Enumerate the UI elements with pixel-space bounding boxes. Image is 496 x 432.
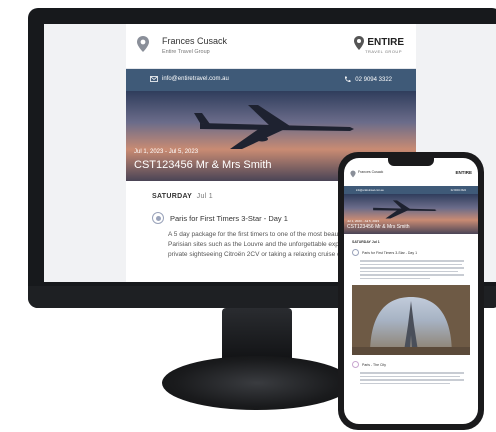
phone-tour-text	[352, 260, 470, 279]
monitor-stand	[162, 356, 352, 410]
hero-title: CST123456 Mr & Mrs Smith	[134, 159, 272, 171]
airplane-image	[194, 105, 354, 149]
brand-logo: ENTIRE	[353, 36, 404, 50]
phone-hero-dates: Jul 1, 2023 - Jul 5, 2023	[347, 219, 380, 223]
phone-hero-title: CST123456 Mr & Mrs Smith	[347, 224, 410, 230]
airplane-image	[373, 200, 437, 219]
phone-tour-title: Paris for First Timers 3-Star - Day 1	[362, 250, 418, 255]
tour-title: Paris for First Timers 3-Star - Day 1	[170, 213, 288, 223]
phone-screen: Frances Cusack ENTIRE info@entiretravel.…	[344, 158, 478, 424]
email-header: Frances Cusack Entire Travel Group ENTIR…	[126, 24, 416, 69]
phone-day-label: SATURDAY Jul 1	[352, 240, 380, 244]
eiffel-tower-image	[352, 285, 470, 355]
phone-tour2-title: Paris - The City	[362, 362, 387, 367]
location-pin-icon	[350, 170, 356, 178]
contact-email-text: info@entiretravel.com.au	[162, 76, 229, 82]
contact-phone[interactable]: 02 9094 3322	[344, 76, 392, 83]
day-name: SATURDAY	[152, 193, 193, 200]
brand-subtext: TRAVEL GROUP	[365, 49, 402, 54]
phone-body: SATURDAY Jul 1 Paris for First Timers 3-…	[344, 234, 478, 279]
tour-marker-icon	[352, 249, 359, 256]
contact-bar: info@entiretravel.com.au 02 9094 3322	[126, 69, 416, 91]
brand-text: ENTIRE	[367, 37, 404, 48]
phone-email-header: Frances Cusack ENTIRE	[344, 166, 478, 186]
phone-contact-bar: info@entiretravel.com.au 02 9094 3322	[344, 186, 478, 194]
phone-brand-logo: ENTIRE	[455, 170, 472, 175]
phone-hero-banner: Jul 1, 2023 - Jul 5, 2023 CST123456 Mr &…	[344, 194, 478, 234]
phone-tour-item-2[interactable]: Paris - The City	[352, 361, 470, 368]
phone-agent-name: Frances Cusack	[358, 170, 384, 174]
agent-company: Entire Travel Group	[162, 49, 210, 55]
phone-tour-item[interactable]: Paris for First Timers 3-Star - Day 1	[352, 249, 470, 256]
location-pin-icon	[137, 36, 149, 52]
tour-marker-icon	[152, 212, 164, 224]
tour-marker-icon	[352, 361, 359, 368]
contact-email[interactable]: info@entiretravel.com.au	[150, 76, 229, 82]
phone-contact-email[interactable]: info@entiretravel.com.au	[356, 189, 384, 192]
agent-name: Frances Cusack	[162, 36, 228, 46]
day-date: Jul 1	[196, 193, 213, 200]
phone-contact-phone[interactable]: 02 9094 3322	[451, 189, 466, 192]
phone-notch	[388, 158, 434, 166]
phone-tour2-text	[352, 372, 470, 384]
paris-photo	[352, 285, 470, 355]
phone-icon	[345, 76, 351, 82]
brand-pin-icon	[354, 36, 365, 50]
mail-icon	[150, 76, 158, 82]
hero-dates: Jul 1, 2023 - Jul 5, 2023	[134, 149, 199, 155]
phone-body-2: Paris - The City	[344, 361, 478, 384]
contact-phone-text: 02 9094 3322	[355, 76, 392, 83]
